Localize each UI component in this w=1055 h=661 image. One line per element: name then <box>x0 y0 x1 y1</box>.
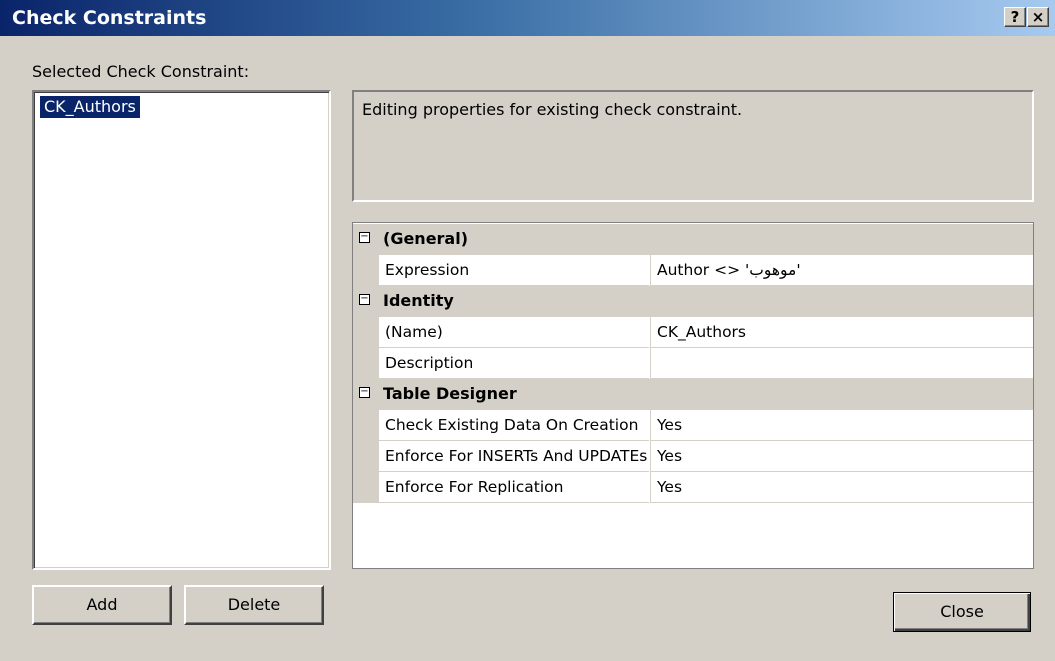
selected-constraint-label: Selected Check Constraint: <box>32 62 250 81</box>
check-constraints-dialog: Check Constraints ? × Selected Check Con… <box>0 0 1055 661</box>
grid-row-gutter <box>353 441 379 472</box>
grid-row-gutter <box>353 410 379 441</box>
dialog-title: Check Constraints <box>12 7 207 29</box>
grid-row-gutter <box>353 317 379 348</box>
property-grid[interactable]: − (General) Expression Author <> 'موهوب' − Id… <box>352 222 1034 569</box>
grid-property-value[interactable]: Yes <box>650 441 1033 472</box>
grid-property-row[interactable]: Check Existing Data On Creation Yes <box>353 410 1033 441</box>
delete-button[interactable]: Delete <box>184 585 324 625</box>
grid-category-row[interactable]: − Table Designer <box>353 379 1033 410</box>
grid-property-name: (Name) <box>379 317 649 348</box>
collapse-icon[interactable]: − <box>359 387 370 398</box>
grid-category-label: Table Designer <box>383 384 517 403</box>
grid-property-name: Description <box>379 348 649 379</box>
close-window-button[interactable]: × <box>1027 7 1049 27</box>
grid-category-row[interactable]: − Identity <box>353 286 1033 317</box>
constraint-list[interactable]: CK_Authors <box>32 90 331 570</box>
grid-property-row[interactable]: Enforce For Replication Yes <box>353 472 1033 503</box>
grid-property-name: Enforce For Replication <box>379 472 649 503</box>
grid-property-name: Check Existing Data On Creation <box>379 410 649 441</box>
constraint-list-item[interactable]: CK_Authors <box>40 96 140 118</box>
grid-property-value[interactable]: Yes <box>650 410 1033 441</box>
grid-category-label: (General) <box>383 229 469 248</box>
grid-property-value[interactable] <box>650 348 1033 379</box>
grid-property-name: Expression <box>379 255 649 286</box>
title-bar[interactable]: Check Constraints ? × <box>0 0 1055 36</box>
grid-property-row[interactable]: Expression Author <> 'موهوب' <box>353 255 1033 286</box>
collapse-icon[interactable]: − <box>359 294 370 305</box>
grid-category-row[interactable]: − (General) <box>353 224 1033 255</box>
grid-category-label: Identity <box>383 291 454 310</box>
help-button[interactable]: ? <box>1004 7 1026 27</box>
grid-property-value[interactable]: CK_Authors <box>650 317 1033 348</box>
description-box: Editing properties for existing check co… <box>352 90 1034 202</box>
grid-property-row[interactable]: (Name) CK_Authors <box>353 317 1033 348</box>
grid-property-name: Enforce For INSERTs And UPDATEs <box>379 441 649 472</box>
add-button[interactable]: Add <box>32 585 172 625</box>
grid-row-gutter <box>353 472 379 503</box>
grid-property-row[interactable]: Description <box>353 348 1033 379</box>
grid-property-value[interactable]: Yes <box>650 472 1033 503</box>
grid-property-value[interactable]: Author <> 'موهوب' <box>650 255 1033 286</box>
grid-row-gutter <box>353 255 379 286</box>
collapse-icon[interactable]: − <box>359 232 370 243</box>
description-text: Editing properties for existing check co… <box>362 100 743 119</box>
grid-row-gutter <box>353 348 379 379</box>
close-button[interactable]: Close <box>893 592 1031 632</box>
grid-property-row[interactable]: Enforce For INSERTs And UPDATEs Yes <box>353 441 1033 472</box>
